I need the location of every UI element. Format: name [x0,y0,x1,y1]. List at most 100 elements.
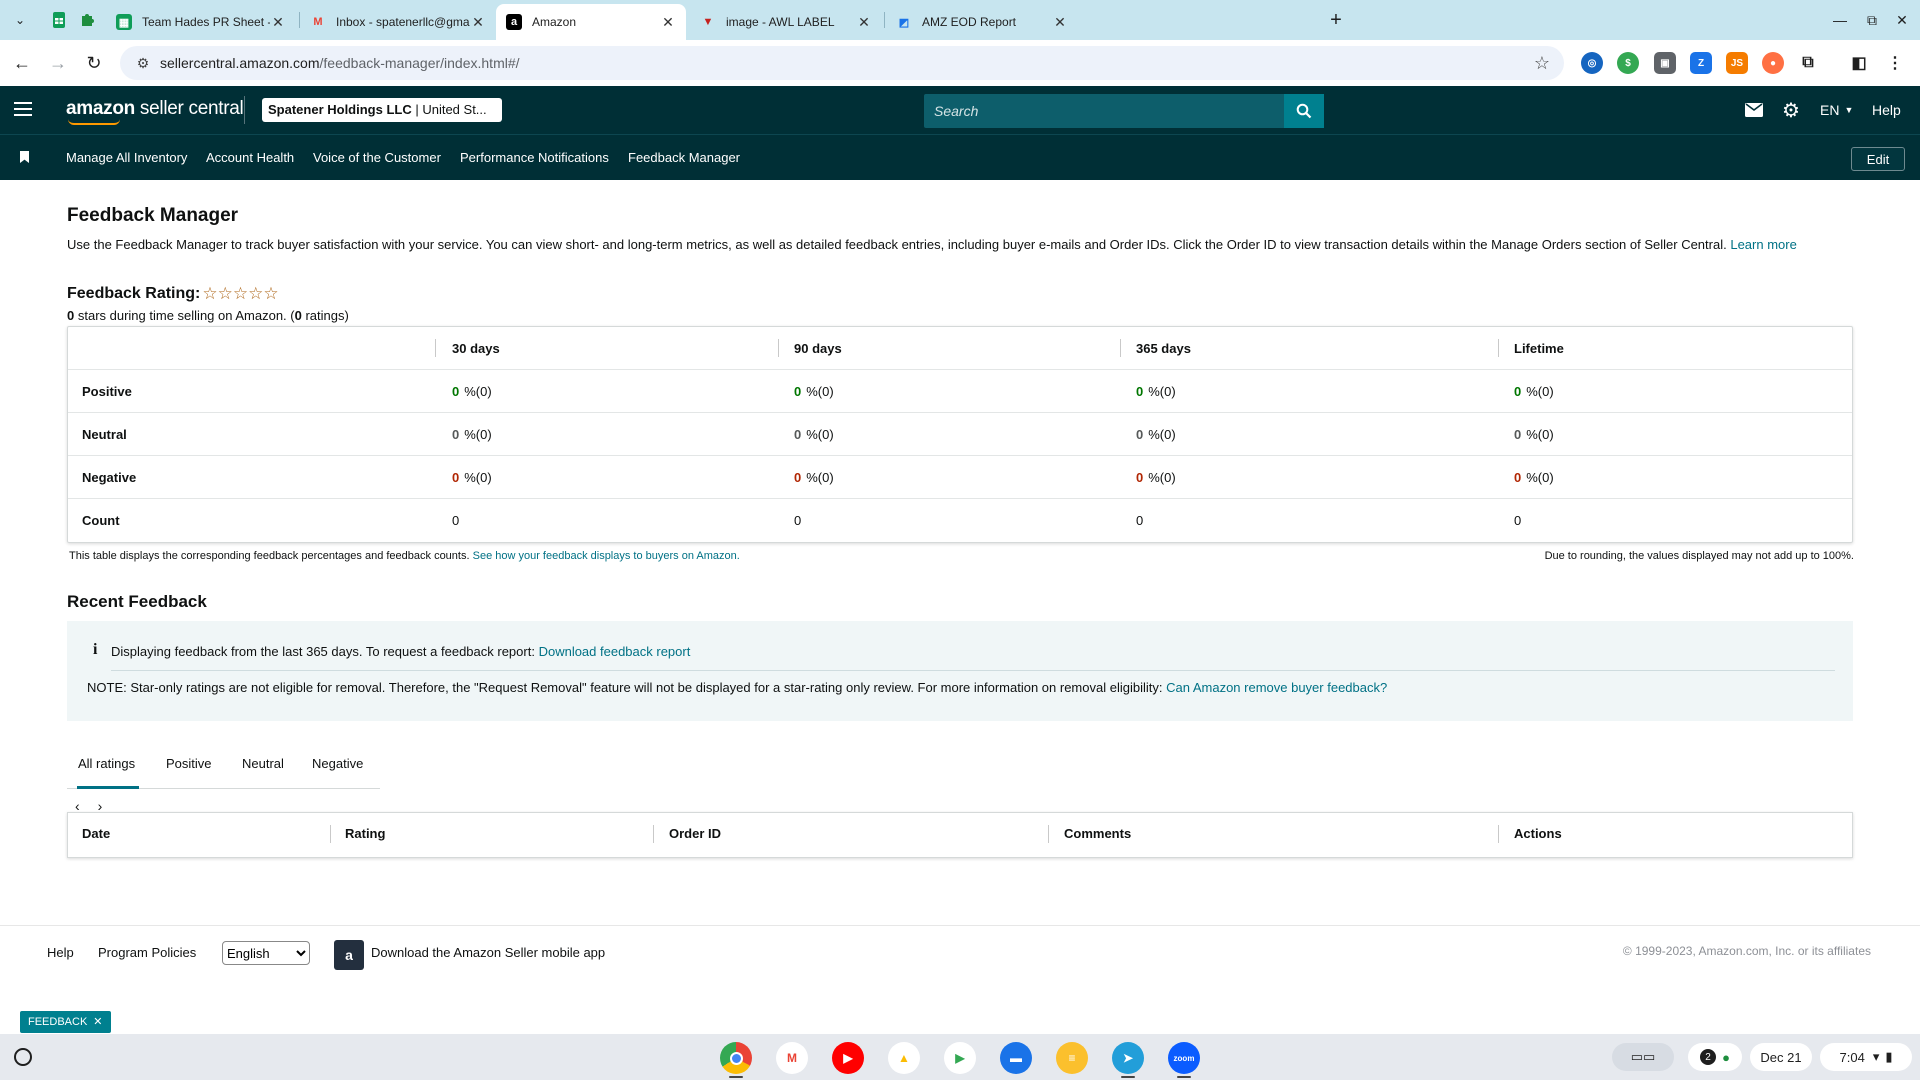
date-display[interactable]: Dec 21 [1750,1043,1812,1071]
extensions-puzzle-icon[interactable]: ⧉ [1797,52,1819,74]
restore-icon[interactable]: ⧉ [1858,8,1886,32]
extension-icon[interactable]: Z [1690,52,1712,74]
nav-item-manage-inventory[interactable]: Manage All Inventory [66,150,187,165]
table-row-negative: Negative 0 %(0) 0 %(0) 0 %(0) 0 %(0) [68,456,1852,499]
bookmark-star-icon[interactable]: ☆ [1534,53,1550,74]
search-input[interactable] [924,94,1284,128]
metric-cell: 0 %(0) [1136,383,1176,399]
seller-central-logo[interactable]: amazon seller central [66,98,244,125]
search-button[interactable] [1284,94,1324,128]
feedback-rating: Feedback Rating: ☆☆☆☆☆ [67,284,279,304]
browser-tab[interactable]: ▦ Team Hades PR Sheet - Google ✕ [106,4,296,40]
hamburger-menu-icon[interactable] [14,102,32,116]
learn-more-link[interactable]: Learn more [1730,237,1796,252]
reload-icon[interactable]: ↻ [82,51,106,75]
account-switcher[interactable]: Spatener Holdings LLC | United St... [262,98,502,122]
drive-app-icon[interactable]: ▲ [888,1042,920,1074]
browser-tab[interactable]: ◩ AMZ EOD Report ✕ [886,4,1078,40]
close-window-icon[interactable]: ✕ [1888,8,1916,32]
removal-eligibility-link[interactable]: Can Amazon remove buyer feedback? [1166,680,1387,695]
minimize-icon[interactable]: — [1826,8,1854,32]
youtube-app-icon[interactable]: ▶ [832,1042,864,1074]
side-panel-icon[interactable]: ◧ [1848,52,1870,74]
seller-central-nav: Manage All Inventory Account Health Voic… [0,134,1920,180]
close-tab-icon[interactable]: ✕ [660,14,676,31]
new-tab-icon[interactable]: + [1324,8,1348,32]
browser-menu-icon[interactable]: ⋮ [1884,52,1906,74]
table-header-row: 30 days 90 days 365 days Lifetime [68,327,1852,370]
recent-feedback-title: Recent Feedback [67,592,207,611]
page-footer: Help Program Policies English a Download… [0,925,1920,1035]
notification-badge[interactable]: 2 ● [1688,1043,1742,1071]
close-tab-icon[interactable]: ✕ [1052,14,1068,31]
feedback-display-link[interactable]: See how your feedback displays to buyers… [473,550,740,562]
close-icon[interactable]: ✕ [93,1016,102,1028]
download-report-link[interactable]: Download feedback report [539,644,691,659]
metric-cell: 0 %(0) [1514,426,1554,442]
column-header-actions[interactable]: Actions [1514,826,1562,841]
nav-item-performance-notifications[interactable]: Performance Notifications [460,150,609,165]
status-tray[interactable]: 7:04 ▾ ▮ [1820,1043,1912,1071]
browser-tab[interactable]: M Inbox - spatenerllc@gmail.com ✕ [300,4,496,40]
column-header-date[interactable]: Date [82,826,110,841]
close-tab-icon[interactable]: ✕ [270,14,286,31]
mail-icon[interactable] [1745,100,1763,120]
nav-item-voice-of-customer[interactable]: Voice of the Customer [313,150,441,165]
tab-all-ratings[interactable]: All ratings [78,756,135,771]
sheets-icon: ▦ [116,14,132,30]
browser-tab-active[interactable]: a Amazon ✕ [496,4,686,40]
metric-cell: 0 %(0) [452,469,492,485]
footer-language-select[interactable]: English [222,941,310,965]
files-app-icon[interactable]: ▬ [1000,1042,1032,1074]
tab-positive[interactable]: Positive [166,756,212,771]
report-icon: ◩ [898,16,910,29]
extension-icon[interactable]: $ [1617,52,1639,74]
site-info-icon[interactable]: ⚙ [126,55,160,72]
telegram-app-icon[interactable]: ➤ [1112,1042,1144,1074]
info-alert: i Displaying feedback from the last 365 … [67,621,1853,721]
browser-tab[interactable]: ▼ image - AWL LABEL ✕ [690,4,882,40]
forward-icon[interactable]: → [46,51,70,75]
extension-icon[interactable]: ● [1762,52,1784,74]
back-icon[interactable]: ← [10,51,34,75]
extension-icon[interactable]: ▣ [1654,52,1676,74]
language-selector[interactable]: EN ▼ [1820,100,1853,120]
rating-filter-tabs: All ratings Positive Neutral Negative [67,744,380,789]
bookmark-icon[interactable] [20,151,29,163]
close-tab-icon[interactable]: ✕ [470,14,486,31]
column-header: 30 days [452,340,500,356]
amazon-seller-app-icon[interactable]: a [334,940,364,970]
rating-stars-icon: ☆☆☆☆☆ [202,284,279,303]
play-store-app-icon[interactable]: ▶ [944,1042,976,1074]
column-header-comments[interactable]: Comments [1064,826,1131,841]
pinned-extension-puzzle-icon[interactable] [70,8,104,32]
amazon-icon: a [506,14,522,30]
tab-negative[interactable]: Negative [312,756,363,771]
program-policies-link[interactable]: Program Policies [98,945,196,960]
tab-search-chevron-icon[interactable]: ⌄ [6,8,34,32]
footer-help-link[interactable]: Help [47,945,74,960]
notes-app-icon[interactable]: ≡ [1056,1042,1088,1074]
zoom-app-icon[interactable]: zoom [1168,1042,1200,1074]
edit-nav-button[interactable]: Edit [1851,147,1905,171]
download-app-link[interactable]: Download the Amazon Seller mobile app [371,945,605,960]
phone-hub-icon[interactable]: ▭▭ [1612,1043,1674,1071]
launcher-icon[interactable] [14,1048,32,1066]
address-bar[interactable]: ⚙ sellercentral.amazon.com/feedback-mana… [120,46,1564,80]
nav-item-feedback-manager[interactable]: Feedback Manager [628,150,740,165]
extension-icon[interactable]: JS [1726,52,1748,74]
settings-gear-icon[interactable]: ⚙ [1782,100,1800,122]
recent-feedback-table: Date Rating Order ID Comments Actions [67,812,1853,858]
column-header-rating[interactable]: Rating [345,826,385,841]
help-link[interactable]: Help [1872,100,1901,120]
close-tab-icon[interactable]: ✕ [856,14,872,31]
tab-neutral[interactable]: Neutral [242,756,284,771]
extension-icon[interactable]: ◎ [1581,52,1603,74]
os-shelf: M ▶ ▲ ▶ ▬ ≡ ➤ zoom ▭▭ 2 ● Dec 21 7:04 ▾ ▮ [0,1034,1920,1080]
nav-item-account-health[interactable]: Account Health [206,150,294,165]
count-cell: 0 [1514,512,1522,528]
column-header-order-id[interactable]: Order ID [669,826,721,841]
gmail-app-icon[interactable]: M [776,1042,808,1074]
feedback-chip[interactable]: FEEDBACK ✕ [20,1011,111,1033]
chrome-app-icon[interactable] [720,1042,752,1074]
